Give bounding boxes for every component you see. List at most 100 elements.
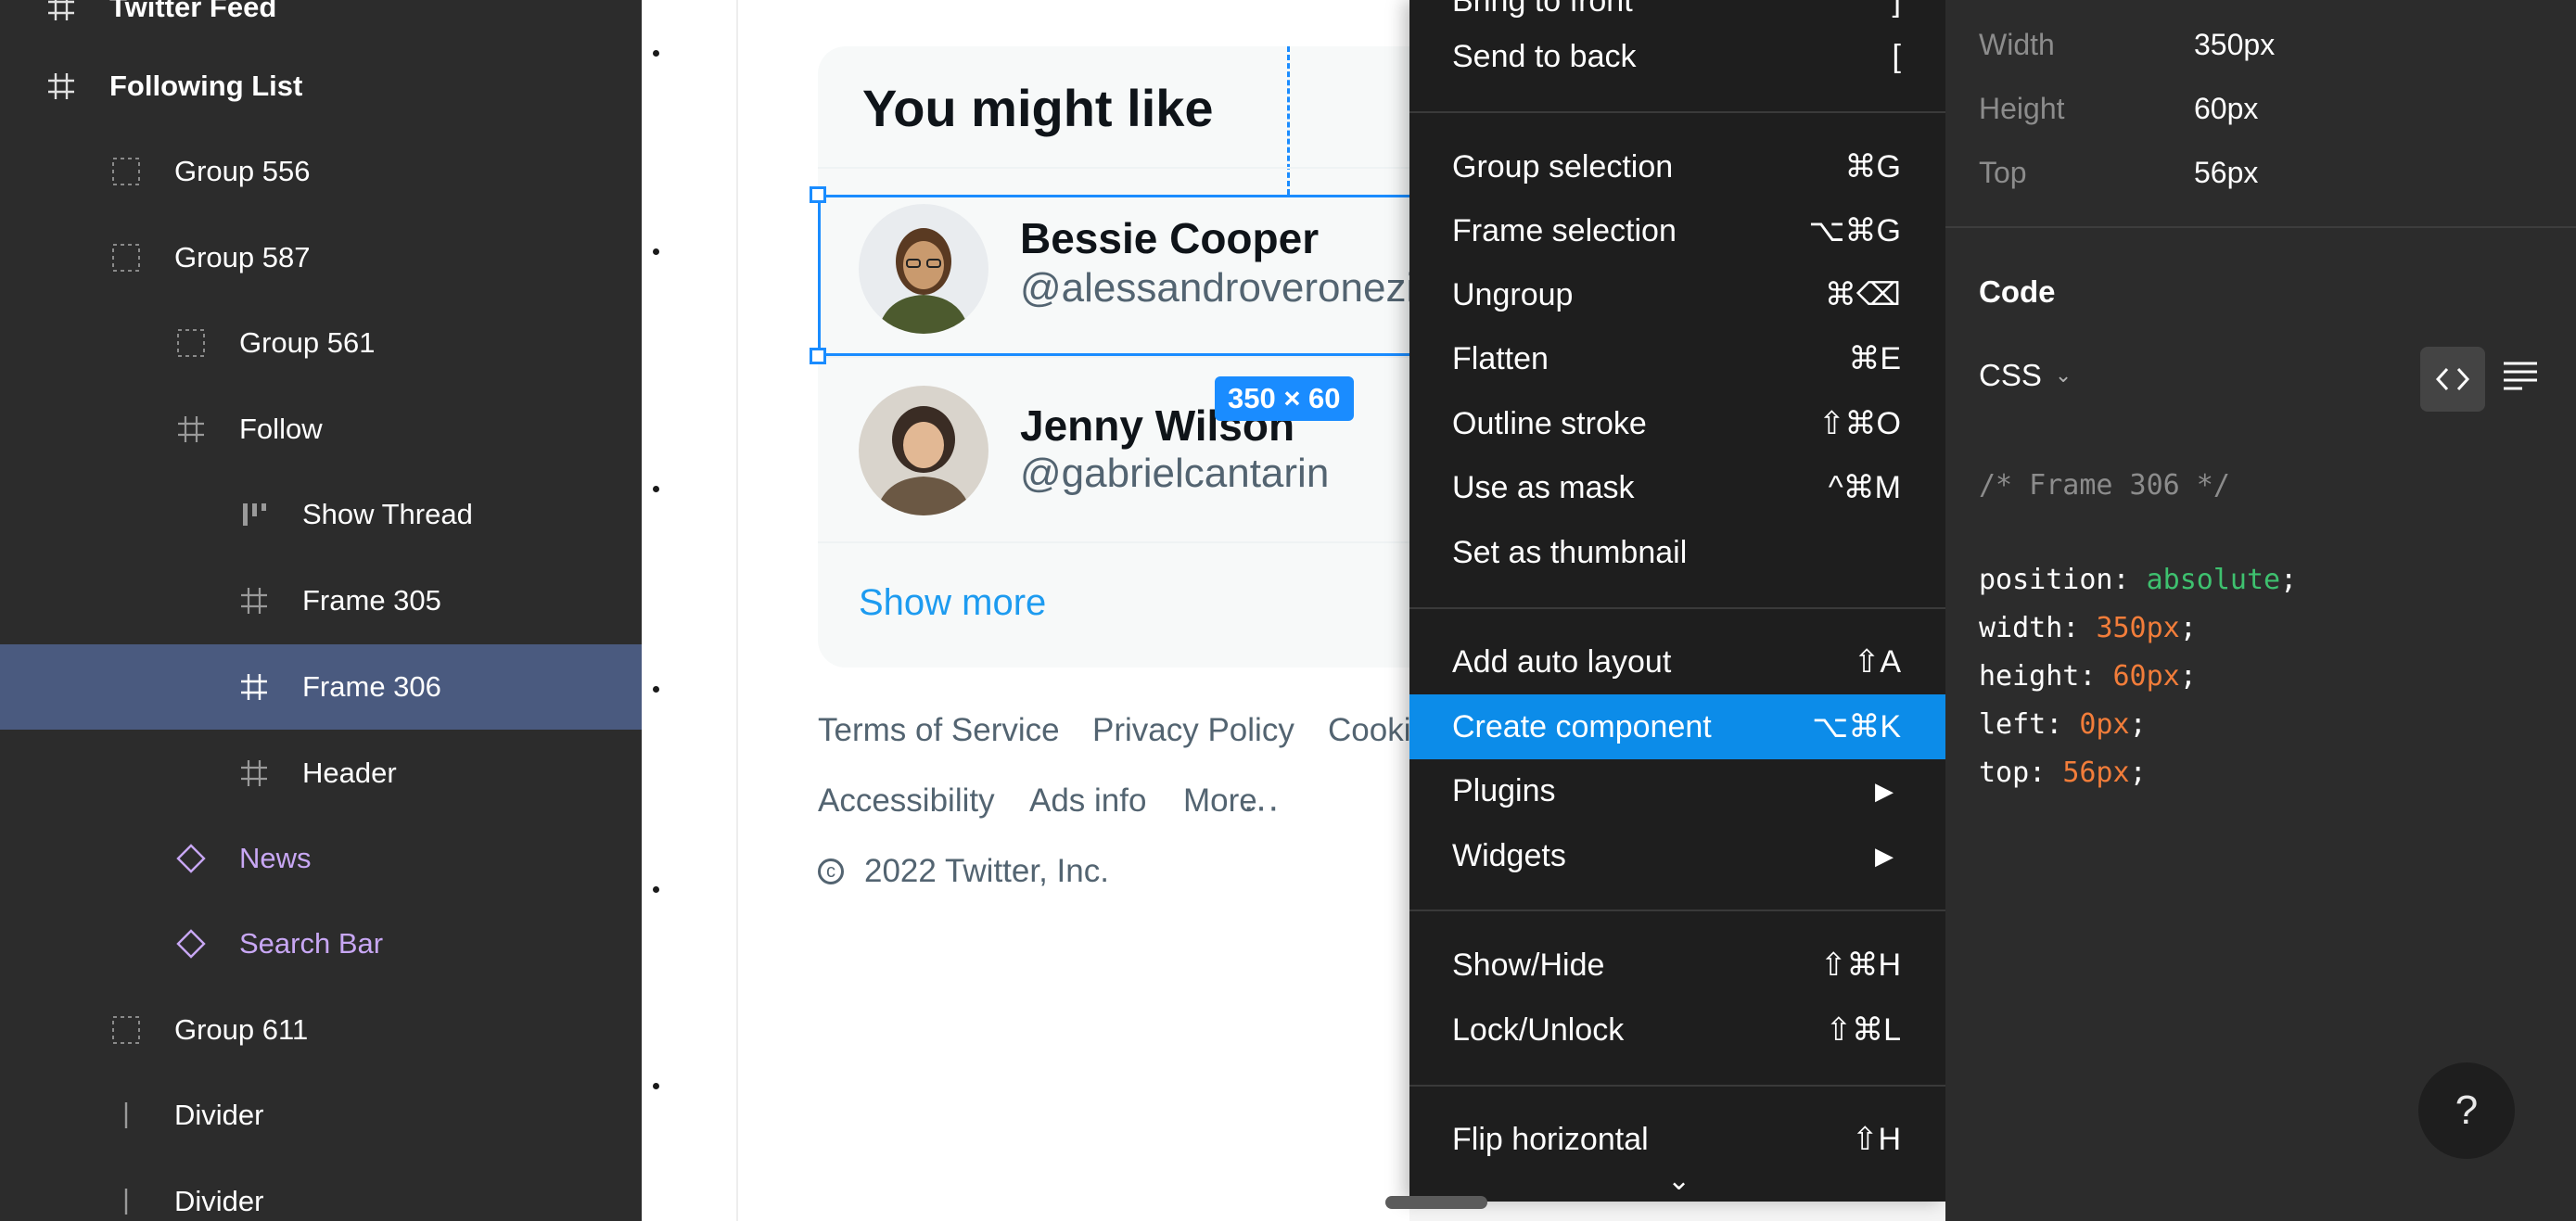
layer-item-group-587[interactable]: Group 587 <box>0 215 642 300</box>
menu-item-add-auto-layout[interactable]: Add auto layout ⇧A <box>1409 630 1945 694</box>
code-value: absolute <box>2146 564 2281 596</box>
layer-item-frame-306[interactable]: Frame 306 <box>0 644 642 730</box>
layer-item-group-611[interactable]: Group 611 <box>0 987 642 1073</box>
resize-handle[interactable] <box>810 348 826 364</box>
copyright-text: 2022 Twitter, Inc. <box>864 853 1109 889</box>
menu-item-use-as-mask[interactable]: Use as mask ^⌘M <box>1409 455 1945 520</box>
list-view-icon[interactable] <box>2502 360 2539 396</box>
code-prop: top: <box>1979 757 2063 789</box>
code-line-top: top: 56px; <box>1979 757 2147 789</box>
menu-item-lock-unlock[interactable]: Lock/Unlock ⇧⌘L <box>1409 998 1945 1062</box>
layer-item-search-bar[interactable]: Search Bar <box>0 901 642 986</box>
layer-item-group-561[interactable]: Group 561 <box>0 300 642 386</box>
menu-item-set-as-thumbnail[interactable]: Set as thumbnail <box>1409 520 1945 585</box>
scroll-more-chevron-icon[interactable]: ⌄ <box>1667 1164 1690 1197</box>
design-canvas[interactable]: You might like Bessie Cooper @alessandro… <box>642 0 1409 1221</box>
menu-separator <box>1409 607 1945 609</box>
layer-item-show-thread[interactable]: Show Thread <box>0 472 642 557</box>
code-line-height: height: 60px; <box>1979 660 2197 693</box>
menu-item-label: Widgets <box>1452 837 1566 873</box>
menu-separator <box>1409 909 1945 911</box>
layer-item-divider[interactable]: Divider <box>0 1073 642 1158</box>
menu-item-label: Ungroup <box>1452 276 1574 312</box>
menu-item-shortcut: ⇧⌘H <box>1819 948 1901 983</box>
menu-item-ungroup[interactable]: Ungroup ⌘⌫ <box>1409 262 1945 327</box>
group-icon <box>109 1013 143 1047</box>
menu-item-label: Create component <box>1452 708 1712 744</box>
component-instance-icon <box>174 927 208 960</box>
menu-item-shortcut: [ <box>1892 38 1901 74</box>
selection-box[interactable] <box>818 195 1409 356</box>
layer-label: Group 556 <box>174 155 311 187</box>
menu-separator <box>1409 111 1945 113</box>
more-dots-icon[interactable]: ··· <box>1243 786 1280 828</box>
layer-label: Divider <box>174 1185 264 1217</box>
layer-item-follow[interactable]: Follow <box>0 387 642 472</box>
show-more-link[interactable]: Show more <box>859 582 1046 624</box>
copyright-icon: c <box>818 859 844 884</box>
menu-item-flip-horizontal[interactable]: Flip horizontal ⇧H <box>1409 1107 1945 1172</box>
canvas-marker <box>653 686 659 693</box>
code-prop: position: <box>1979 564 2147 596</box>
menu-item-widgets[interactable]: Widgets ▶ <box>1409 823 1945 888</box>
menu-item-flatten[interactable]: Flatten ⌘E <box>1409 326 1945 391</box>
menu-item-frame-selection[interactable]: Frame selection ⌥⌘G <box>1409 198 1945 263</box>
chevron-down-icon: ⌄ <box>2054 363 2072 387</box>
menu-item-shortcut: ⌘⌫ <box>1824 277 1901 312</box>
layer-item-following-list[interactable]: Following List <box>0 44 642 129</box>
measurement-guide <box>1287 46 1290 195</box>
resize-handle[interactable] <box>810 186 826 203</box>
code-line-width: width: 350px; <box>1979 612 2197 644</box>
prop-value-height[interactable]: 60px <box>2194 92 2258 126</box>
layer-item-twitter-feed[interactable]: Twitter Feed <box>0 0 642 50</box>
code-view-icon[interactable] <box>2420 347 2485 412</box>
footer-link-accessibility[interactable]: Accessibility <box>818 782 995 820</box>
footer-link-cookie[interactable]: Cooki <box>1328 712 1409 749</box>
layer-label: Group 561 <box>239 326 376 359</box>
horizontal-scrollbar[interactable] <box>1385 1196 1487 1209</box>
context-menu: Bring to front ] Send to back [ Group se… <box>1409 0 1945 1202</box>
code-value: 56px <box>2062 757 2130 789</box>
code-language-select[interactable]: CSS ⌄ <box>1979 358 2072 393</box>
layer-label: Follow <box>239 413 323 445</box>
layer-label: Show Thread <box>302 498 473 530</box>
layer-label: Search Bar <box>239 927 384 960</box>
menu-item-label: Set as thumbnail <box>1452 534 1688 570</box>
menu-item-label: Send to back <box>1452 38 1637 74</box>
layer-label: Group 611 <box>174 1013 309 1046</box>
frame-icon <box>237 757 271 790</box>
menu-item-create-component[interactable]: Create component ⌥⌘K <box>1409 694 1945 759</box>
menu-item-shortcut: ⇧⌘L <box>1825 1012 1901 1048</box>
layer-item-news[interactable]: News <box>0 816 642 901</box>
menu-item-show-hide[interactable]: Show/Hide ⇧⌘H <box>1409 933 1945 998</box>
layer-label: Frame 305 <box>302 584 441 617</box>
menu-item-plugins[interactable]: Plugins ▶ <box>1409 758 1945 823</box>
component-instance-icon <box>174 842 208 875</box>
footer-link-terms[interactable]: Terms of Service <box>818 712 1060 749</box>
frame-icon <box>237 584 271 617</box>
code-prop: height: <box>1979 660 2113 693</box>
prop-value-width[interactable]: 350px <box>2194 28 2275 62</box>
submenu-arrow-icon: ▶ <box>1875 776 1894 805</box>
help-button[interactable]: ? <box>2418 1062 2515 1159</box>
menu-item-shortcut: ⌥⌘K <box>1812 709 1901 744</box>
footer-link-privacy[interactable]: Privacy Policy <box>1092 712 1294 749</box>
menu-item-outline-stroke[interactable]: Outline stroke ⇧⌘O <box>1409 391 1945 456</box>
layer-label: Following List <box>109 70 303 102</box>
footer-link-ads-info[interactable]: Ads info <box>1029 782 1146 820</box>
canvas-marker <box>653 248 659 255</box>
layer-item-header[interactable]: Header <box>0 731 642 816</box>
menu-item-label: Bring to front <box>1452 0 1633 19</box>
menu-item-group-selection[interactable]: Group selection ⌘G <box>1409 134 1945 199</box>
prop-value-top[interactable]: 56px <box>2194 156 2258 190</box>
group-icon <box>174 326 208 360</box>
submenu-arrow-icon: ▶ <box>1875 841 1894 870</box>
layer-item-divider[interactable]: Divider <box>0 1159 642 1221</box>
canvas-marker <box>653 486 659 492</box>
layer-item-frame-305[interactable]: Frame 305 <box>0 558 642 643</box>
layer-item-group-556[interactable]: Group 556 <box>0 129 642 214</box>
avatar[interactable] <box>859 386 988 515</box>
menu-item-send-to-back[interactable]: Send to back [ <box>1409 24 1945 89</box>
frame-icon <box>237 670 271 704</box>
layer-label: Twitter Feed <box>109 0 277 23</box>
